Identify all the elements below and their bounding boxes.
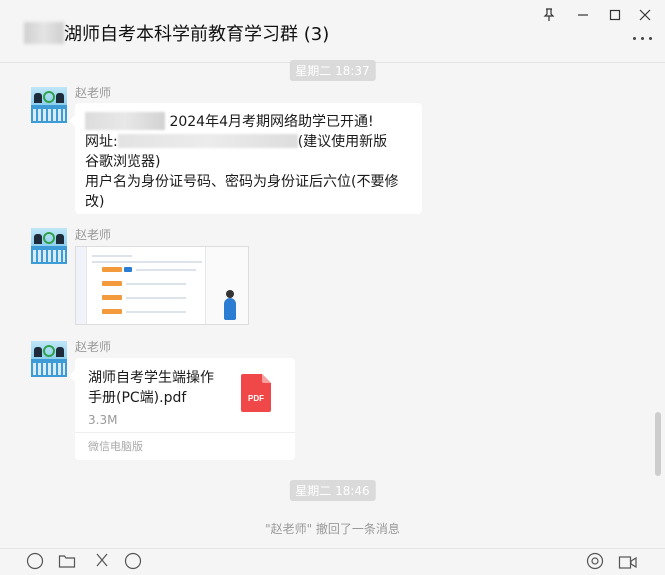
pdf-label: PDF xyxy=(248,394,264,403)
message-line: 用户名为身份证号码、密码为身份证后六位(不要修 xyxy=(85,174,399,190)
emoji-icon[interactable] xyxy=(26,552,46,570)
message-line: 谷歌浏览器) xyxy=(85,154,161,170)
file-name: 湖师自考学生端操作手册(PC端).pdf xyxy=(88,370,214,406)
scrollbar-thumb[interactable] xyxy=(655,412,661,476)
sender-name: 赵老师 xyxy=(75,228,112,242)
url-label: 网址: xyxy=(85,134,118,150)
divider xyxy=(75,432,295,433)
message-line: 改) xyxy=(85,194,105,210)
avatar[interactable] xyxy=(31,87,67,123)
text-message-bubble[interactable]: 2024年4月考期网络助学已开通! 网址: (建议使用新版 谷歌浏览器) 用户名为… xyxy=(69,103,422,214)
chat-bubble-icon[interactable] xyxy=(124,552,144,570)
image-message[interactable] xyxy=(75,246,249,325)
sender-name: 赵老师 xyxy=(75,340,112,354)
redacted-url xyxy=(117,134,298,148)
timestamp: 星期二 18:46 xyxy=(289,480,376,501)
message-line-text: 2024年4月考期网络助学已开通! xyxy=(169,114,374,130)
recall-notice: "赵老师" 撤回了一条消息 xyxy=(265,522,400,536)
input-toolbar xyxy=(0,548,665,570)
message-line-text: (建议使用新版 xyxy=(297,134,388,150)
avatar[interactable] xyxy=(31,341,67,377)
redacted-text xyxy=(85,112,165,130)
avatar[interactable] xyxy=(31,228,67,264)
file-size: 3.3M xyxy=(88,413,118,427)
message-line: 网址: (建议使用新版 xyxy=(85,132,412,152)
pdf-file-icon: PDF xyxy=(241,374,271,412)
file-source: 微信电脑版 xyxy=(88,440,143,453)
message-line: 2024年4月考期网络助学已开通! xyxy=(85,112,412,132)
timestamp: 星期二 18:37 xyxy=(289,60,376,81)
folder-icon[interactable] xyxy=(58,552,78,568)
video-call-icon[interactable] xyxy=(618,552,638,569)
scissors-icon[interactable] xyxy=(93,552,113,567)
sender-name: 赵老师 xyxy=(75,86,112,100)
voice-call-icon[interactable] xyxy=(586,552,606,570)
file-message[interactable]: 湖师自考学生端操作手册(PC端).pdf 3.3M PDF 微信电脑版 xyxy=(69,358,295,460)
